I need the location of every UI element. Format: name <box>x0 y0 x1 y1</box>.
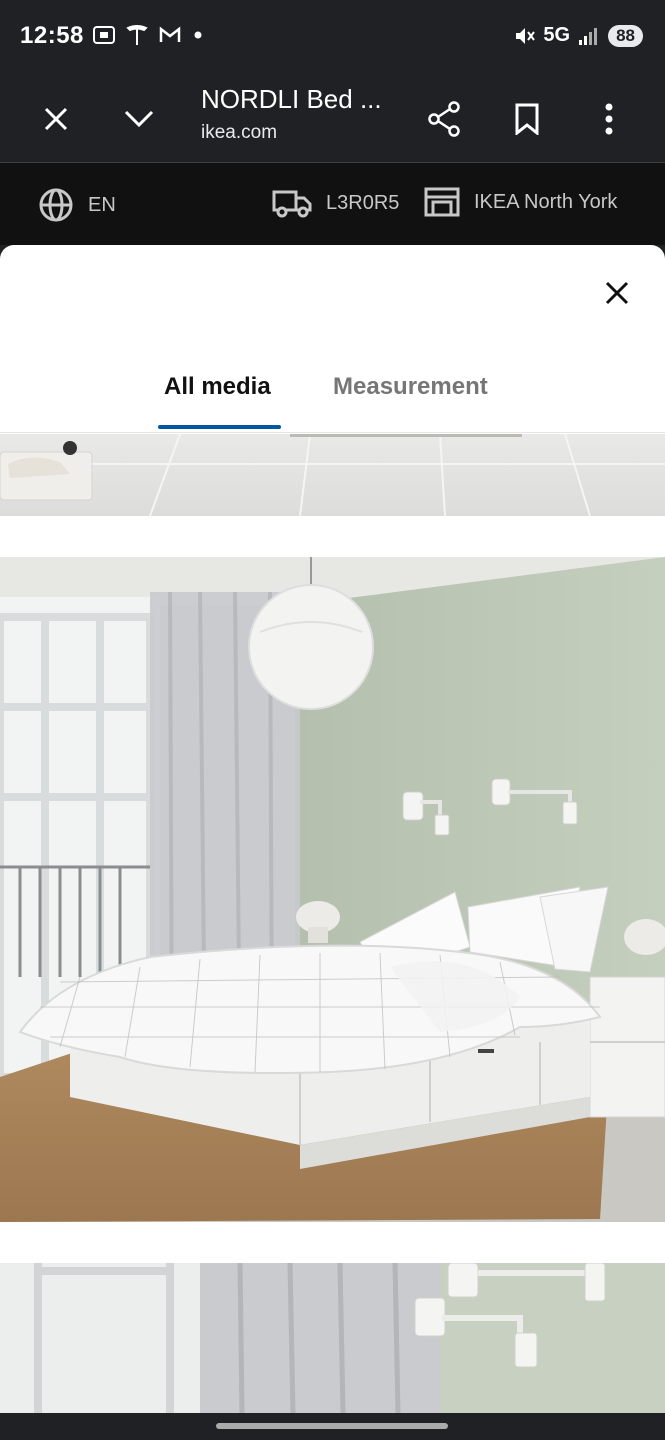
home-gesture-handle[interactable] <box>216 1423 448 1429</box>
tab-measurement[interactable]: Measurement <box>333 373 488 401</box>
status-time: 12:58 <box>20 22 84 49</box>
more-vert-icon <box>605 103 613 135</box>
more-notifications-icon <box>194 31 202 39</box>
browser-toolbar: NORDLI Bed ... ikea.com <box>0 76 665 163</box>
mute-icon <box>516 27 536 44</box>
store-icon <box>424 187 460 217</box>
bookmark-button[interactable] <box>504 96 550 142</box>
postal-code-selector[interactable]: L3R0R5 <box>272 187 399 219</box>
product-image-1[interactable] <box>0 434 665 516</box>
media-tabs: All media Measurement <box>0 357 665 433</box>
system-icons: 5G 88 <box>513 24 643 47</box>
active-tab-indicator <box>158 425 281 429</box>
gmail-icon <box>159 26 181 42</box>
lamp-closeup-photo <box>0 1263 665 1413</box>
product-image-2[interactable] <box>0 557 665 1222</box>
bedroom-photo <box>0 557 665 1222</box>
language-label: EN <box>88 193 116 216</box>
postal-code-label: L3R0R5 <box>326 191 400 214</box>
close-media-viewer-button[interactable] <box>599 275 635 311</box>
signal-icon <box>579 27 598 45</box>
store-label: IKEA North York <box>474 190 618 213</box>
globe-icon <box>39 188 73 222</box>
page-title: NORDLI Bed ... <box>201 84 382 114</box>
battery-indicator: 88 <box>608 24 643 47</box>
product-image-3[interactable] <box>0 1263 665 1413</box>
bookmark-icon <box>515 103 539 135</box>
share-button[interactable] <box>421 96 467 142</box>
network-type: 5G <box>543 24 571 46</box>
ikea-location-bar: EN L3R0R5 IKEA North York <box>0 163 665 245</box>
language-selector[interactable]: EN <box>38 187 116 223</box>
close-icon <box>605 281 629 305</box>
screenshot-icon <box>93 26 115 44</box>
floor-photo <box>0 434 665 516</box>
delivery-truck-icon <box>272 190 312 218</box>
tab-all-media[interactable]: All media <box>164 373 271 401</box>
share-icon <box>428 101 460 137</box>
notification-icons <box>92 24 204 46</box>
chevron-down-icon <box>124 110 154 128</box>
store-selector[interactable]: IKEA North York <box>424 187 617 217</box>
page-url: ikea.com <box>201 122 278 143</box>
minimize-button[interactable] <box>116 96 162 142</box>
close-tab-button[interactable] <box>33 96 79 142</box>
close-icon <box>44 107 68 131</box>
status-bar: 12:58 5G 88 <box>0 0 665 76</box>
tesla-icon <box>126 25 148 45</box>
more-options-button[interactable] <box>586 96 632 142</box>
media-viewer-sheet: All media Measurement <box>0 245 665 1413</box>
system-navigation-bar <box>0 1413 665 1440</box>
